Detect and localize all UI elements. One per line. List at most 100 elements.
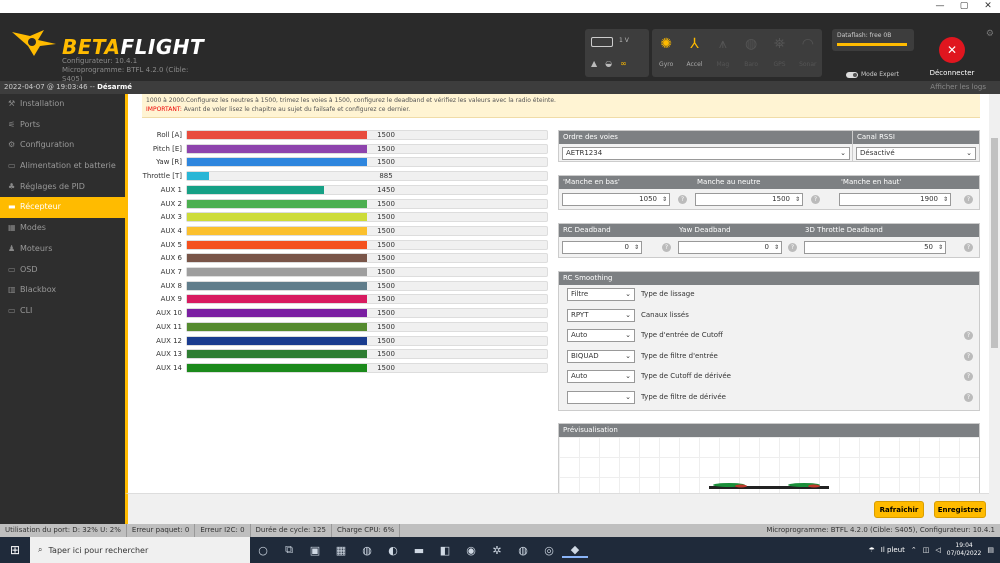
help-icon[interactable]: ? bbox=[964, 195, 973, 204]
channel-value: 1500 bbox=[377, 268, 395, 276]
channel-row: AUX 2 1500 bbox=[130, 198, 550, 210]
minimize-button[interactable]: — bbox=[928, 0, 952, 13]
channel-value: 1500 bbox=[377, 131, 395, 139]
pid-icon: ♣ bbox=[8, 181, 16, 191]
smoothing-select[interactable]: BIQUAD ⌄ bbox=[567, 349, 635, 363]
chrome-icon[interactable]: ◍ bbox=[354, 544, 380, 557]
rssi-select[interactable]: Désactivé ⌄ bbox=[856, 147, 976, 160]
channel-row: AUX 9 1500 bbox=[130, 294, 550, 305]
warning-icon: ▲ bbox=[591, 59, 598, 68]
throttle-deadband-input[interactable]: 50 ⇕ bbox=[804, 241, 946, 254]
tray-chevron-icon[interactable]: ⌃ bbox=[911, 546, 917, 554]
yaw-deadband-input[interactable]: 0 ⇕ bbox=[678, 241, 782, 254]
smoothing-select[interactable]: Auto ⌄ bbox=[567, 370, 635, 383]
refresh-button[interactable]: Rafraîchir bbox=[874, 501, 924, 518]
store-icon[interactable]: ▣ bbox=[302, 544, 328, 557]
sidebar-item-modes[interactable]: ▦ Modes bbox=[0, 218, 125, 239]
sidebar-item-blackbox[interactable]: ▥ Blackbox bbox=[0, 280, 125, 301]
maximize-button[interactable]: ▢ bbox=[952, 0, 976, 13]
sidebar-item-installation[interactable]: ⚒ Installation bbox=[0, 94, 125, 115]
spinner-icon[interactable]: ⇕ bbox=[774, 242, 779, 253]
usb-disconnect-icon[interactable]: ✕ bbox=[939, 37, 965, 63]
smoothing-select[interactable]: ⌄ bbox=[567, 390, 635, 404]
channel-value: 1500 bbox=[377, 213, 395, 222]
taskbar-search[interactable]: ⌕ Taper ici pour rechercher bbox=[30, 537, 250, 563]
help-icon[interactable]: ? bbox=[678, 195, 687, 204]
smoothing-select-value: Filtre bbox=[571, 290, 589, 298]
close-button[interactable]: ✕ bbox=[976, 0, 1000, 13]
help-icon[interactable]: ? bbox=[964, 351, 973, 361]
smoothing-select[interactable]: RPYT ⌄ bbox=[567, 308, 635, 322]
sidebar-item-réglages-de-pid[interactable]: ♣ Réglages de PID bbox=[0, 177, 125, 198]
rc-deadband-input[interactable]: 0 ⇕ bbox=[562, 241, 642, 254]
sidebar-item-label: Récepteur bbox=[20, 202, 61, 212]
rc-smoothing-header: RC Smoothing bbox=[559, 272, 979, 285]
toggle-switch[interactable] bbox=[846, 71, 858, 78]
help-icon[interactable]: ? bbox=[662, 243, 671, 252]
rssi-header: Canal RSSI bbox=[853, 131, 979, 144]
channel-name: AUX 13 bbox=[156, 350, 182, 359]
volume-icon[interactable]: ◁ bbox=[935, 546, 940, 554]
channel-bar-fill bbox=[187, 226, 367, 235]
publisher-icon[interactable]: ◧ bbox=[432, 544, 458, 557]
stick-high-input[interactable]: 1900 ⇕ bbox=[839, 193, 951, 206]
spinner-icon[interactable]: ⇕ bbox=[938, 242, 943, 253]
notifications-icon[interactable]: ▤ bbox=[987, 546, 994, 554]
expert-mode-label: Mode Expert bbox=[861, 71, 899, 78]
save-button[interactable]: Enregistrer bbox=[934, 501, 986, 518]
spinner-icon[interactable]: ⇕ bbox=[795, 194, 800, 205]
smoothing-select[interactable]: Auto ⌄ bbox=[567, 329, 635, 342]
channel-map-select[interactable]: AETR1234 ⌄ bbox=[562, 147, 850, 160]
sidebar-item-alimentation-et-batterie[interactable]: ▭ Alimentation et batterie bbox=[0, 156, 125, 177]
help-icon[interactable]: ? bbox=[788, 243, 797, 252]
settings-icon[interactable]: ✲ bbox=[484, 544, 510, 557]
sidebar-item-récepteur[interactable]: ▬ Récepteur bbox=[0, 197, 125, 219]
stick-low-input[interactable]: 1050 ⇕ bbox=[562, 193, 670, 206]
edge-icon[interactable]: ◐ bbox=[380, 544, 406, 557]
windows-start-icon[interactable]: ⊞ bbox=[0, 543, 30, 557]
content-scrollbar[interactable] bbox=[989, 94, 1000, 524]
sidebar: ⚒ Installation ⚟ Ports ⚙ Configuration ▭ Alimen… bbox=[0, 94, 125, 524]
powerpoint-icon[interactable]: ◉ bbox=[458, 544, 484, 557]
stick-center-input[interactable]: 1500 ⇕ bbox=[695, 193, 803, 206]
throttle-deadband-header: 3D Throttle Deadband bbox=[805, 226, 883, 234]
network-icon[interactable]: ◫ bbox=[923, 546, 930, 554]
sidebar-item-osd[interactable]: ▭ OSD bbox=[0, 260, 125, 281]
show-logs-link[interactable]: Afficher les logs bbox=[930, 81, 986, 94]
folder-icon[interactable]: ▬ bbox=[406, 544, 432, 557]
cortana-icon[interactable]: ○ bbox=[250, 544, 276, 557]
chrome-alt-icon[interactable]: ◍ bbox=[510, 544, 536, 557]
spinner-icon[interactable]: ⇕ bbox=[634, 242, 639, 253]
sidebar-item-label: Alimentation et batterie bbox=[20, 161, 116, 171]
help-icon[interactable]: ? bbox=[964, 243, 973, 252]
channel-bar-fill bbox=[187, 158, 367, 167]
channel-row: AUX 4 1500 bbox=[130, 225, 550, 237]
channel-value: 1500 bbox=[377, 199, 395, 208]
sidebar-item-cli[interactable]: ▭ CLI bbox=[0, 301, 125, 322]
spinner-icon[interactable]: ⇕ bbox=[943, 194, 948, 205]
channel-bar: 1500 bbox=[186, 143, 548, 154]
stick-high-header: 'Manche en haut' bbox=[841, 178, 902, 186]
disconnect-button[interactable]: ✕ Déconnecter bbox=[930, 37, 974, 77]
app-icon[interactable]: ◎ bbox=[536, 544, 562, 557]
help-icon[interactable]: ? bbox=[964, 331, 973, 340]
help-icon[interactable]: ? bbox=[811, 195, 820, 204]
task-view-icon[interactable]: ⧉ bbox=[276, 543, 302, 557]
weather-text: Il pleut bbox=[880, 546, 905, 554]
help-icon[interactable]: ? bbox=[964, 372, 973, 381]
calculator-icon[interactable]: ▦ bbox=[328, 544, 354, 557]
spinner-icon[interactable]: ⇕ bbox=[662, 194, 667, 205]
betaflight-taskbar-icon[interactable]: ◆ bbox=[562, 543, 588, 558]
channel-value: 885 bbox=[379, 172, 393, 181]
settings-gear-icon[interactable]: ⚙ bbox=[986, 29, 994, 39]
scrollbar-thumb[interactable] bbox=[991, 138, 998, 348]
sidebar-item-ports[interactable]: ⚟ Ports bbox=[0, 115, 125, 136]
sidebar-item-configuration[interactable]: ⚙ Configuration bbox=[0, 135, 125, 156]
smoothing-select[interactable]: Filtre ⌄ bbox=[567, 288, 635, 301]
expert-mode-toggle[interactable]: Mode Expert bbox=[846, 71, 899, 78]
sidebar-item-moteurs[interactable]: ♟ Moteurs bbox=[0, 239, 125, 260]
clock[interactable]: 19:04 07/04/2022 bbox=[947, 542, 982, 558]
channel-bar-fill bbox=[187, 254, 367, 263]
help-icon[interactable]: ? bbox=[964, 392, 973, 402]
clock-time: 19:04 bbox=[955, 542, 973, 549]
